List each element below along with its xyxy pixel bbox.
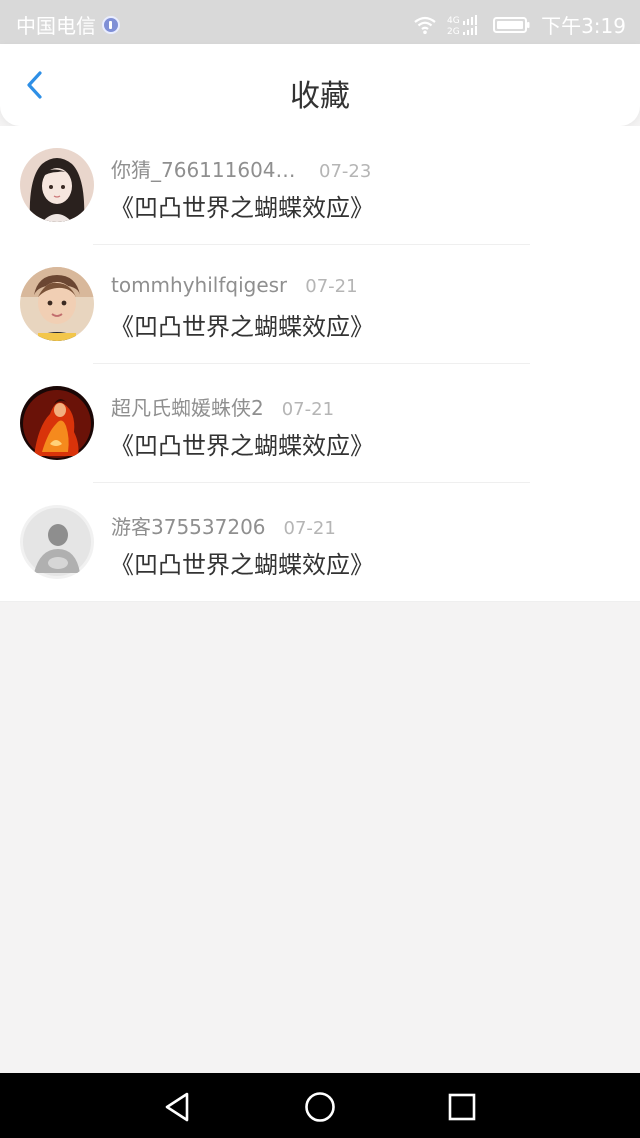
app-header: 收藏 [0,44,640,126]
date: 07-21 [281,399,335,420]
status-left: 中国电信 [16,10,120,39]
username: 游客375537206 [111,515,266,539]
carrier-label: 中国电信 [16,14,96,38]
avatar[interactable] [20,267,94,341]
status-right: 4G 2G 下午3:19 [413,10,626,39]
page-title: 收藏 [290,79,350,114]
date: 07-21 [283,518,336,539]
username: 你猜_7661116046... [111,158,301,182]
avatar-child-photo-icon [20,267,94,341]
nav-back-icon [165,1092,189,1122]
network-bottom-label: 2G [447,27,460,36]
date: 07-21 [305,276,358,297]
item-meta: 超凡氏蜘媛蛛侠2 07-21 [111,392,334,421]
nav-home-button[interactable] [303,1090,337,1124]
list-item[interactable]: 超凡氏蜘媛蛛侠2 07-21 《凹凸世界之蝴蝶效应》 [0,364,640,483]
battery-icon [493,15,531,35]
avatar-default-gray-icon [20,505,94,579]
item-title: 《凹凸世界之蝴蝶效应》 [110,313,374,341]
nav-back-button[interactable] [161,1090,195,1124]
favorites-list: 你猜_7661116046... 07-23 《凹凸世界之蝴蝶效应》 tommh… [0,126,640,602]
avatar[interactable] [20,148,94,222]
item-meta: 你猜_7661116046... 07-23 [111,154,371,183]
item-meta: 游客375537206 07-21 [111,511,336,540]
avatar[interactable] [20,505,94,579]
list-item[interactable]: 游客375537206 07-21 《凹凸世界之蝴蝶效应》 [0,483,640,602]
item-title: 《凹凸世界之蝴蝶效应》 [110,432,374,460]
wifi-icon [413,15,437,35]
nav-recent-button[interactable] [445,1090,479,1124]
system-nav-bar [0,1073,640,1138]
item-title: 《凹凸世界之蝴蝶效应》 [110,194,374,222]
list-item[interactable]: tommhyhilfqigesr 07-21 《凹凸世界之蝴蝶效应》 [0,245,640,364]
nav-recent-icon [448,1093,476,1121]
network-top-label: 4G [447,16,460,26]
item-meta: tommhyhilfqigesr 07-21 [111,273,358,297]
divider [0,601,640,602]
avatar-girl-illustration-icon [20,148,94,222]
signal-icon: 4G 2G [447,14,483,36]
item-title: 《凹凸世界之蝴蝶效应》 [110,551,374,579]
date: 07-23 [319,161,372,182]
avatar[interactable] [20,386,94,460]
music-app-icon [102,15,120,34]
clock: 下午3:19 [541,14,626,38]
nav-home-icon [305,1092,335,1122]
username: tommhyhilfqigesr [111,273,288,297]
avatar-fire-figure-icon [20,386,94,460]
username: 超凡氏蜘媛蛛侠2 [111,396,264,420]
list-item[interactable]: 你猜_7661116046... 07-23 《凹凸世界之蝴蝶效应》 [0,126,640,245]
status-bar: 中国电信 4G 2G 下午3:19 [0,0,640,44]
